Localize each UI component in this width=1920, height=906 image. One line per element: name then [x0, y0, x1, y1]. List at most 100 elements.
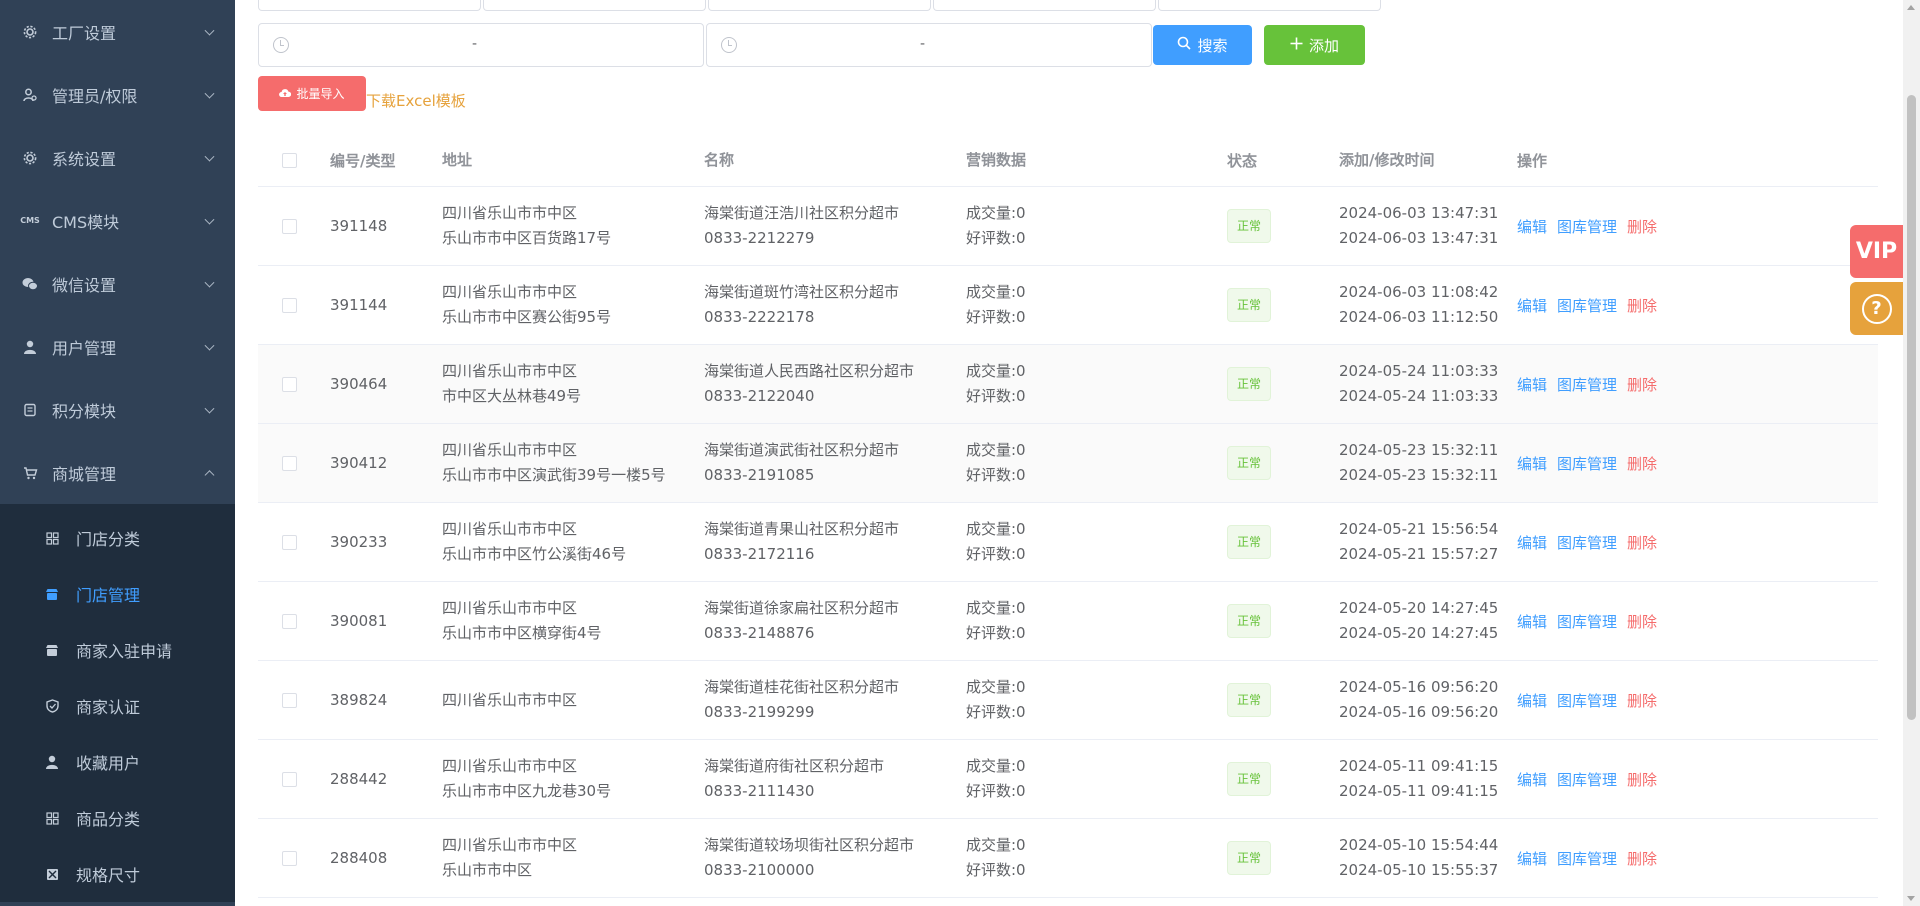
- sidebar-menu-item[interactable]: 商城管理: [0, 441, 235, 504]
- delete-link[interactable]: 删除: [1627, 850, 1657, 868]
- edit-link[interactable]: 编辑: [1517, 613, 1547, 631]
- gallery-manage-link[interactable]: 图库管理: [1557, 218, 1617, 236]
- row-checkbox[interactable]: [282, 771, 297, 787]
- download-excel-template-link[interactable]: 下载Excel模板: [366, 90, 466, 111]
- store-id: 389824: [330, 691, 388, 709]
- table-row: 288408 四川省乐山市市中区 乐山市市中区 海棠街道较场坝街社区积分超市 0833-…: [258, 819, 1878, 898]
- sidebar-submenu-item[interactable]: 规格尺寸: [0, 846, 235, 902]
- status-badge: 正常: [1227, 762, 1272, 796]
- scroll-down-icon[interactable]: [1907, 896, 1915, 901]
- sales-count: 成交量:0: [966, 362, 1026, 380]
- marketing-data: 成交量:0 好评数:0: [966, 754, 1227, 804]
- timestamps: 2024-05-11 09:41:15 2024-05-11 09:41:15: [1339, 754, 1517, 804]
- select-all-checkbox[interactable]: [282, 152, 297, 168]
- add-button[interactable]: 添加: [1264, 25, 1365, 65]
- gallery-manage-link[interactable]: 图库管理: [1557, 850, 1617, 868]
- delete-link[interactable]: 删除: [1627, 376, 1657, 394]
- store-name-text: 海棠街道徐家扁社区积分超市: [704, 599, 900, 617]
- marketing-data: 成交量:0 好评数:0: [966, 359, 1227, 409]
- delete-link[interactable]: 删除: [1627, 692, 1657, 710]
- row-checkbox[interactable]: [282, 297, 297, 313]
- created-time: 2024-06-03 11:08:42: [1339, 283, 1499, 301]
- filter-input[interactable]: [258, 0, 481, 11]
- sidebar-submenu-label: 商家认证: [76, 698, 141, 717]
- sidebar-submenu-item[interactable]: 门店管理: [0, 566, 235, 622]
- chevron-down-icon: [204, 88, 215, 99]
- vip-button[interactable]: VIP: [1850, 225, 1903, 278]
- delete-link[interactable]: 删除: [1627, 613, 1657, 631]
- sidebar-menu-item[interactable]: 积分模块: [0, 378, 235, 441]
- sidebar-menu-item[interactable]: 系统设置: [0, 126, 235, 189]
- updated-time: 2024-05-10 15:55:37: [1339, 861, 1499, 879]
- updated-time: 2024-05-24 11:03:33: [1339, 387, 1499, 405]
- address-line-2: 市中区大丛林巷49号: [442, 387, 582, 405]
- edit-link[interactable]: 编辑: [1517, 455, 1547, 473]
- add-button-label: 添加: [1308, 36, 1339, 55]
- edit-link[interactable]: 编辑: [1517, 218, 1547, 236]
- sidebar-submenu-item[interactable]: 商家认证: [0, 678, 235, 734]
- main-content: - - 搜索 添加 批量导入 下载Excel模板 编号/类型 地址 名称 营销数…: [235, 0, 1885, 906]
- store-name: 海棠街道青果山社区积分超市 0833-2172116: [704, 517, 966, 567]
- gallery-manage-link[interactable]: 图库管理: [1557, 613, 1617, 631]
- delete-link[interactable]: 删除: [1627, 218, 1657, 236]
- scrollbar[interactable]: [1903, 0, 1920, 906]
- sidebar-menu-item[interactable]: 工厂设置: [0, 0, 235, 63]
- delete-link[interactable]: 删除: [1627, 771, 1657, 789]
- filter-input[interactable]: [708, 0, 931, 11]
- scrollbar-thumb[interactable]: [1907, 95, 1916, 720]
- status-badge: 正常: [1227, 288, 1272, 322]
- edit-link[interactable]: 编辑: [1517, 534, 1547, 552]
- gallery-manage-link[interactable]: 图库管理: [1557, 297, 1617, 315]
- sidebar-submenu-item[interactable]: 商家入驻申请: [0, 622, 235, 678]
- row-checkbox[interactable]: [282, 218, 297, 234]
- chevron-down-icon: [204, 340, 215, 351]
- gallery-manage-link[interactable]: 图库管理: [1557, 376, 1617, 394]
- date-range-picker-add[interactable]: -: [258, 23, 704, 67]
- edit-link[interactable]: 编辑: [1517, 376, 1547, 394]
- search-button[interactable]: 搜索: [1153, 25, 1252, 65]
- row-actions: 编辑 图库管理 删除: [1517, 453, 1817, 474]
- store-id: 288442: [330, 770, 388, 788]
- filter-input[interactable]: [933, 0, 1156, 11]
- scroll-up-icon[interactable]: [1907, 5, 1915, 10]
- date-range-picker-update[interactable]: -: [706, 23, 1152, 67]
- gallery-manage-link[interactable]: 图库管理: [1557, 692, 1617, 710]
- row-checkbox[interactable]: [282, 376, 297, 392]
- sidebar-menu-item[interactable]: CMS CMS模块: [0, 189, 235, 252]
- sidebar-menu-item[interactable]: 用户管理: [0, 315, 235, 378]
- edit-link[interactable]: 编辑: [1517, 771, 1547, 789]
- edit-link[interactable]: 编辑: [1517, 692, 1547, 710]
- sidebar-submenu-item[interactable]: 门店分类: [0, 510, 235, 566]
- sidebar-submenu-item[interactable]: 商品分类: [0, 790, 235, 846]
- gallery-manage-link[interactable]: 图库管理: [1557, 455, 1617, 473]
- delete-link[interactable]: 删除: [1627, 455, 1657, 473]
- filter-input[interactable]: [1158, 0, 1381, 11]
- store-name: 海棠街道徐家扁社区积分超市 0833-2148876: [704, 596, 966, 646]
- sidebar-menu-item[interactable]: 管理员/权限: [0, 63, 235, 126]
- sidebar-submenu-item[interactable]: 收藏用户: [0, 734, 235, 790]
- edit-link[interactable]: 编辑: [1517, 850, 1547, 868]
- timestamps: 2024-06-03 13:47:31 2024-06-03 13:47:31: [1339, 201, 1517, 251]
- delete-link[interactable]: 删除: [1627, 297, 1657, 315]
- edit-link[interactable]: 编辑: [1517, 297, 1547, 315]
- store-name-text: 海棠街道桂花街社区积分超市: [704, 678, 900, 696]
- delete-link[interactable]: 删除: [1627, 534, 1657, 552]
- store-name-text: 海棠街道汪浩川社区积分超市: [704, 204, 900, 222]
- address-line-2: 乐山市市中区: [442, 861, 533, 879]
- row-checkbox[interactable]: [282, 692, 297, 708]
- address-line-1: 四川省乐山市市中区: [442, 204, 578, 222]
- batch-import-button[interactable]: 批量导入: [258, 76, 366, 111]
- row-checkbox[interactable]: [282, 613, 297, 629]
- gallery-manage-link[interactable]: 图库管理: [1557, 771, 1617, 789]
- address-line-2: 乐山市市中区横穿街4号: [442, 624, 602, 642]
- gallery-manage-link[interactable]: 图库管理: [1557, 534, 1617, 552]
- address-line-2: 乐山市市中区百货路17号: [442, 229, 612, 247]
- filter-input[interactable]: [483, 0, 706, 11]
- help-button[interactable]: ?: [1850, 282, 1903, 335]
- sidebar-menu-item[interactable]: 微信设置: [0, 252, 235, 315]
- row-checkbox[interactable]: [282, 534, 297, 550]
- clock-icon: [721, 37, 737, 53]
- store-address: 四川省乐山市市中区 乐山市市中区横穿街4号: [442, 596, 704, 646]
- row-checkbox[interactable]: [282, 850, 297, 866]
- row-checkbox[interactable]: [282, 455, 297, 471]
